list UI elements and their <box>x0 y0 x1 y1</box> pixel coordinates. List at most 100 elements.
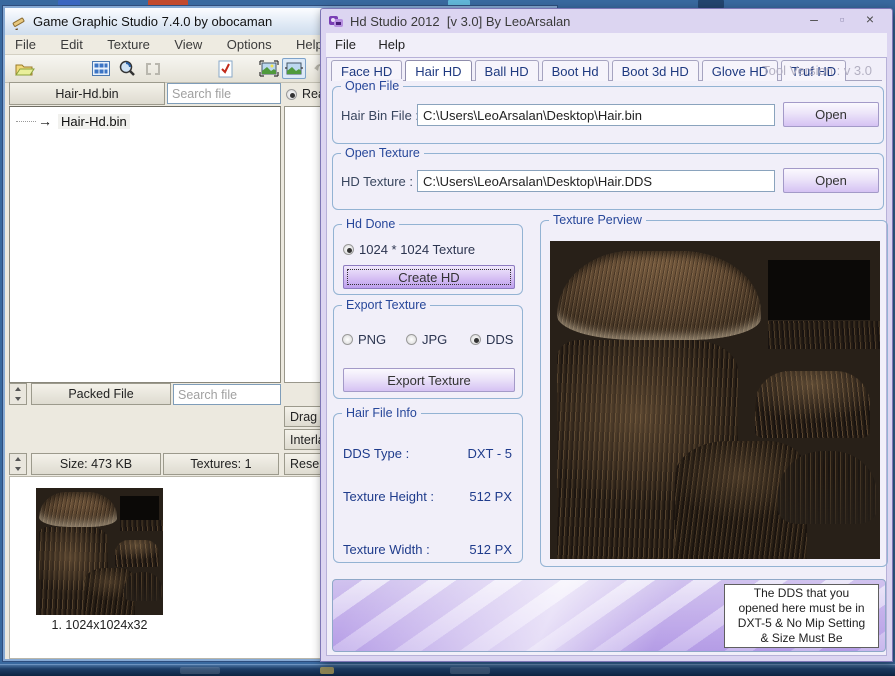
tab-boot-hd[interactable]: Boot Hd <box>542 60 609 81</box>
packed-file-label: Packed File <box>68 387 133 401</box>
fur-patch <box>778 451 877 524</box>
packed-file-button[interactable]: Packed File <box>31 383 171 405</box>
thumbnail-grid-icon[interactable] <box>89 58 113 79</box>
fur-band <box>39 492 118 528</box>
texture-height-label: Texture Height : <box>343 489 434 504</box>
file-tree-panel[interactable]: → Hair-Hd.bin <box>9 106 281 383</box>
bgw-menu-texture[interactable]: Texture <box>97 35 160 54</box>
spinner-down-button[interactable] <box>10 464 26 474</box>
hair-bin-file-label: Hair Bin File : <box>341 108 419 123</box>
note-line: & Size Must Be <box>725 631 878 646</box>
image-export-icon[interactable] <box>257 58 281 79</box>
bgw-menu-edit[interactable]: Edit <box>50 35 92 54</box>
dds-radio[interactable]: DDS <box>470 332 513 347</box>
export-texture-button[interactable]: Export Texture <box>343 368 515 392</box>
black-block <box>768 260 870 320</box>
open-bin-button[interactable]: Open <box>783 102 879 127</box>
png-radio-label: PNG <box>358 332 386 347</box>
textures-status-label: Textures: 1 <box>190 457 251 471</box>
tool-version-label: Tool Version : v 3.0 <box>762 63 872 78</box>
texture-width-label: Texture Width : <box>343 542 430 557</box>
fur-band <box>557 251 762 340</box>
radio-icon <box>343 244 354 255</box>
up-arrow-icon <box>15 457 21 461</box>
hd-texture-input[interactable] <box>417 170 775 192</box>
taskbar-item[interactable] <box>180 667 220 674</box>
hd-texture-label: HD Texture : <box>341 174 413 189</box>
spinner-up-button[interactable] <box>10 454 26 464</box>
spinner-down-button[interactable] <box>10 394 26 404</box>
dds-note: The DDS that you opened here must be in … <box>724 584 879 648</box>
size-status-label: Size: 473 KB <box>60 457 132 471</box>
create-hd-button[interactable]: Create HD <box>343 265 515 289</box>
tree-arrow-icon: → <box>38 113 52 129</box>
fgw-menu-bar: File Help <box>326 33 887 57</box>
radio-icon <box>470 334 481 345</box>
texture-height-value: 512 PX <box>469 489 512 504</box>
open-texture-group: Open Texture HD Texture : Open <box>332 153 884 210</box>
open-bin-button-label: Open <box>815 107 847 122</box>
tab-boot-3d-hd[interactable]: Boot 3d HD <box>612 60 699 81</box>
fgw-menu-help[interactable]: Help <box>369 33 414 52</box>
dds-type-label: DDS Type : <box>343 446 409 461</box>
fur-strip <box>768 321 880 350</box>
selection-brackets-icon[interactable] <box>141 58 165 79</box>
texture-preview-group: Texture Perview <box>540 220 888 567</box>
tab-hair-hd[interactable]: Hair HD <box>405 60 471 81</box>
texture-preview-legend: Texture Perview <box>549 213 646 227</box>
jpg-radio[interactable]: JPG <box>406 332 447 347</box>
fur-patch <box>124 572 162 601</box>
black-block <box>120 496 159 520</box>
window-hd-studio: Hd Studio 2012 [v 3.0] By LeoArsalan – ▫… <box>320 8 893 662</box>
open-folder-icon[interactable] <box>13 58 37 79</box>
taskbar-item[interactable] <box>450 667 490 674</box>
search-file-input[interactable] <box>167 83 281 104</box>
textures-status: Textures: 1 <box>163 453 279 475</box>
bgw-menu-options[interactable]: Options <box>217 35 282 54</box>
file-tab-button[interactable]: Hair-Hd.bin <box>9 82 165 105</box>
packed-search-input[interactable] <box>173 384 281 405</box>
tree-item-hair-hd[interactable]: → Hair-Hd.bin <box>16 113 280 129</box>
bgw-window-title: Game Graphic Studio 7.4.0 by obocaman <box>33 14 272 29</box>
fgw-title-bar[interactable]: Hd Studio 2012 [v 3.0] By LeoArsalan – ▫… <box>326 9 887 33</box>
hair-bin-file-input[interactable] <box>417 104 775 126</box>
bottom-banner: The DDS that you opened here must be in … <box>332 579 886 652</box>
texture-size-radio[interactable]: 1024 * 1024 Texture <box>343 242 475 257</box>
texture-preview-image <box>550 241 880 559</box>
bgw-menu-view[interactable]: View <box>164 35 212 54</box>
texture-width-value: 512 PX <box>469 542 512 557</box>
export-texture-group: Export Texture PNG JPG DDS Export Textur… <box>333 305 523 399</box>
close-button[interactable]: × <box>861 11 879 27</box>
fur-strip <box>120 520 163 531</box>
minimize-button[interactable]: – <box>805 11 823 27</box>
desktop: Game Graphic Studio 7.4.0 by obocaman Fi… <box>0 0 895 676</box>
fgw-window-title: Hd Studio 2012 [v 3.0] By LeoArsalan <box>350 14 570 29</box>
taskbar-item[interactable] <box>320 667 334 674</box>
radio-icon <box>342 334 353 345</box>
tab-ball-hd[interactable]: Ball HD <box>475 60 539 81</box>
maximize-button[interactable]: ▫ <box>833 11 851 27</box>
tab-face-hd[interactable]: Face HD <box>331 60 402 81</box>
pencil-icon <box>11 14 27 30</box>
spinner-up-button[interactable] <box>10 384 26 394</box>
dds-type-row: DDS Type : DXT - 5 <box>343 446 512 461</box>
hd-studio-app-icon <box>328 14 344 29</box>
validate-document-icon[interactable] <box>213 58 237 79</box>
hair-file-info-legend: Hair File Info <box>342 406 421 420</box>
fgw-menu-file[interactable]: File <box>326 33 365 52</box>
texture-size-radio-label: 1024 * 1024 Texture <box>359 242 475 257</box>
bgw-menu-file[interactable]: File <box>5 35 46 54</box>
open-file-group: Open File Hair Bin File : Open <box>332 86 884 144</box>
texture-width-row: Texture Width : 512 PX <box>343 542 512 557</box>
texture-thumbnail[interactable] <box>36 488 163 615</box>
open-texture-button[interactable]: Open <box>783 168 879 193</box>
search-preview-icon[interactable] <box>115 58 139 79</box>
note-line: opened here must be in <box>725 601 878 616</box>
open-file-legend: Open File <box>341 79 403 93</box>
radio-icon <box>406 334 417 345</box>
png-radio[interactable]: PNG <box>342 332 386 347</box>
image-view-icon[interactable] <box>282 58 306 79</box>
taskbar[interactable] <box>0 664 895 676</box>
up-arrow-icon <box>15 387 21 391</box>
size-status: Size: 473 KB <box>31 453 161 475</box>
